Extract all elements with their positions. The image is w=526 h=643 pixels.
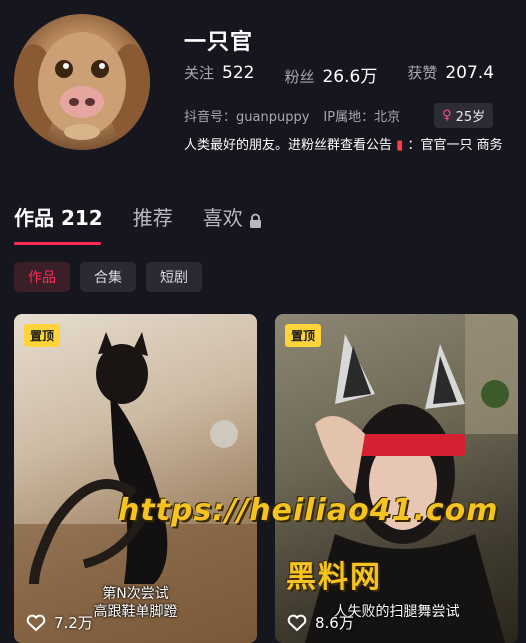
tab-recommend[interactable]: 推荐 xyxy=(133,202,173,231)
profile-avatar[interactable] xyxy=(14,14,150,150)
heart-icon xyxy=(26,614,46,631)
likes-count: 7.2万 xyxy=(54,614,93,632)
profile-meta: 抖音号：guanpuppy IP属地：北京 ♀ 25岁 xyxy=(184,103,494,128)
caption-line-1: 第N次尝试 xyxy=(102,586,169,602)
likes-count: 8.6万 xyxy=(315,614,354,632)
video-likes: 7.2万 xyxy=(26,612,93,633)
profile-name: 一只官 xyxy=(184,30,254,55)
bio-tail: ：官官一只 商务 xyxy=(407,138,503,153)
douyin-id: 抖音号：guanpuppy xyxy=(184,110,310,125)
stat-likes[interactable]: 获赞 207.4 xyxy=(407,62,494,87)
pinned-badge: 置顶 xyxy=(285,324,322,347)
stat-value: 207.4 xyxy=(445,63,495,83)
stat-followers[interactable]: 粉丝 26.6万 xyxy=(284,62,377,87)
stat-value: 26.6万 xyxy=(322,67,378,87)
stat-following[interactable]: 关注 522 xyxy=(184,62,254,87)
stat-label: 获赞 xyxy=(407,64,438,82)
watermark-text: 黑料网 xyxy=(286,560,382,595)
video-likes: 8.6万 xyxy=(287,612,354,633)
age-badge: ♀ 25岁 xyxy=(434,103,494,128)
tab-likes-label: 喜欢 xyxy=(202,206,243,230)
tab-likes[interactable]: 喜欢 xyxy=(203,202,262,231)
female-icon: ♀ xyxy=(442,108,452,123)
pinned-badge: 置顶 xyxy=(24,324,61,347)
video-card[interactable]: 置顶 第N次尝试 高跟鞋单脚蹬 7.2万 xyxy=(14,314,257,643)
profile-stats: 关注 522 粉丝 26.6万 获赞 207.4 xyxy=(184,62,524,87)
chip-collections[interactable]: 合集 xyxy=(80,262,136,292)
red-flag-icon: ▮ xyxy=(396,138,404,153)
lock-icon xyxy=(249,209,262,228)
age-value: 25岁 xyxy=(455,110,486,125)
dog-avatar-icon xyxy=(14,32,150,144)
bio-text: 人类最好的朋友。进粉丝群查看公告 xyxy=(184,138,393,153)
active-tab-indicator xyxy=(14,242,101,245)
heart-icon xyxy=(287,614,307,631)
profile-bio[interactable]: 人类最好的朋友。进粉丝群查看公告 ▮ ：官官一只 商务 xyxy=(184,134,503,153)
watermark-url: https://heiliao41.com xyxy=(118,493,499,528)
stat-label: 关注 xyxy=(184,64,215,82)
tab-works[interactable]: 作品 212 xyxy=(14,202,103,231)
chip-works[interactable]: 作品 xyxy=(14,262,70,292)
ip-location: IP属地：北京 xyxy=(323,110,401,125)
stat-value: 522 xyxy=(222,63,255,83)
content-filter-chips: 作品 合集 短剧 xyxy=(14,262,212,292)
profile-tabs: 作品 212 推荐 喜欢 xyxy=(14,202,292,231)
stat-label: 粉丝 xyxy=(284,68,315,86)
chip-short-drama[interactable]: 短剧 xyxy=(146,262,202,292)
